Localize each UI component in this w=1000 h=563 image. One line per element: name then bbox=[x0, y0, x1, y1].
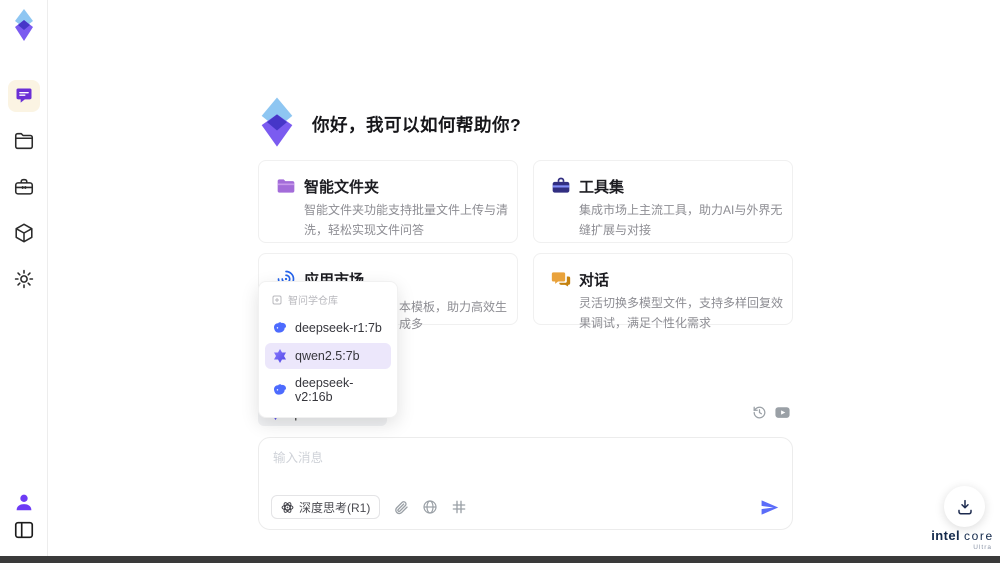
model-option-deepseek-r1[interactable]: deepseek-r1:7b bbox=[265, 315, 391, 341]
model-option-qwen[interactable]: qwen2.5:7b bbox=[265, 343, 391, 369]
deepseek-whale-icon bbox=[274, 322, 287, 333]
assistant-logo-icon bbox=[254, 96, 300, 147]
folder-icon bbox=[14, 132, 34, 150]
video-button[interactable] bbox=[774, 404, 791, 421]
app-window: 你好，我可以如何帮助你? 智能文件夹 智能文件夹功能支持批量文件上传与清洗，轻松… bbox=[0, 0, 1000, 563]
chat-icon bbox=[16, 88, 32, 103]
card-description: 智能文件夹功能支持批量文件上传与清洗，轻松实现文件问答 bbox=[304, 203, 509, 237]
greeting-title: 你好，我可以如何帮助你? bbox=[312, 115, 522, 135]
deepseek-whale-icon bbox=[274, 384, 287, 395]
sidebar-collapse-toggle[interactable] bbox=[13, 519, 35, 541]
sidebar-item-tools[interactable] bbox=[13, 176, 35, 198]
card-description-partial: 本模板，助力高效生成多 bbox=[399, 300, 508, 331]
deep-think-toggle[interactable]: 深度思考(R1) bbox=[271, 495, 381, 519]
card-title: 智能文件夹 bbox=[304, 179, 380, 196]
download-icon bbox=[957, 499, 972, 514]
intel-logo-text: intel bbox=[931, 528, 960, 543]
card-title: 工具集 bbox=[579, 179, 625, 196]
history-button[interactable] bbox=[752, 405, 767, 420]
atom-icon bbox=[281, 501, 294, 513]
card-dialogue[interactable]: 对话 灵活切换多模型文件，支持多样回复效果调试，满足个性化需求 bbox=[533, 253, 793, 330]
sidebar-item-settings[interactable] bbox=[13, 268, 35, 290]
bottom-bar bbox=[0, 556, 1000, 563]
composer-toolbar: 深度思考(R1) bbox=[271, 495, 467, 519]
core-logo-text: core bbox=[964, 529, 994, 543]
toolbox-icon bbox=[14, 178, 34, 195]
sidebar-item-chat[interactable] bbox=[8, 80, 40, 112]
sidebar-item-apps[interactable] bbox=[13, 222, 35, 244]
panel-icon bbox=[14, 521, 34, 539]
video-icon bbox=[775, 407, 790, 418]
deep-think-label: 深度思考(R1) bbox=[299, 500, 371, 515]
card-title: 对话 bbox=[579, 272, 610, 289]
sidebar-item-account[interactable] bbox=[13, 491, 35, 513]
download-fab[interactable] bbox=[944, 486, 985, 527]
send-button[interactable] bbox=[760, 498, 779, 517]
model-option-label: qwen2.5:7b bbox=[295, 349, 360, 363]
attach-button[interactable] bbox=[393, 499, 409, 515]
card-smart-folder[interactable]: 智能文件夹 智能文件夹功能支持批量文件上传与清洗，轻松实现文件问答 bbox=[258, 160, 518, 243]
apps-grid-button[interactable] bbox=[451, 499, 467, 515]
repository-icon bbox=[272, 295, 282, 304]
history-icon bbox=[753, 406, 766, 419]
gold-chat-icon bbox=[551, 269, 571, 289]
message-input[interactable] bbox=[273, 447, 778, 485]
grid-icon bbox=[453, 500, 466, 514]
model-dropdown-group: 智问学仓库 bbox=[265, 288, 391, 313]
sidebar bbox=[0, 0, 48, 563]
sidebar-item-folders[interactable] bbox=[13, 130, 35, 152]
intel-core-badge: intel core Ultra bbox=[925, 528, 1000, 551]
globe-icon bbox=[423, 500, 437, 514]
purple-folder-icon bbox=[276, 176, 296, 196]
paperclip-icon bbox=[395, 501, 409, 515]
briefcase-icon bbox=[551, 176, 571, 196]
model-dropdown: 智问学仓库 deepseek-r1:7b qwen2.5:7b deepseek… bbox=[258, 281, 398, 418]
card-description: 灵活切换多模型文件，支持多样回复效果调试，满足个性化需求 bbox=[579, 296, 784, 330]
user-icon bbox=[16, 494, 32, 511]
composer: 深度思考(R1) bbox=[258, 437, 793, 530]
web-search-button[interactable] bbox=[422, 499, 438, 515]
gear-icon bbox=[14, 269, 34, 289]
send-icon bbox=[761, 500, 779, 515]
model-option-deepseek-v2[interactable]: deepseek-v2:16b bbox=[265, 371, 391, 409]
model-option-label: deepseek-r1:7b bbox=[295, 321, 382, 335]
model-group-label: 智问学仓库 bbox=[288, 296, 338, 307]
cube-icon bbox=[15, 223, 33, 243]
card-toolset[interactable]: 工具集 集成市场上主流工具，助力AI与外界无缝扩展与对接 bbox=[533, 160, 793, 243]
app-logo-icon bbox=[9, 8, 39, 42]
intel-sub-text: Ultra bbox=[973, 544, 992, 551]
qwen-star-icon bbox=[274, 349, 286, 363]
model-option-label: deepseek-v2:16b bbox=[295, 376, 354, 404]
card-description: 集成市场上主流工具，助力AI与外界无缝扩展与对接 bbox=[579, 203, 783, 237]
